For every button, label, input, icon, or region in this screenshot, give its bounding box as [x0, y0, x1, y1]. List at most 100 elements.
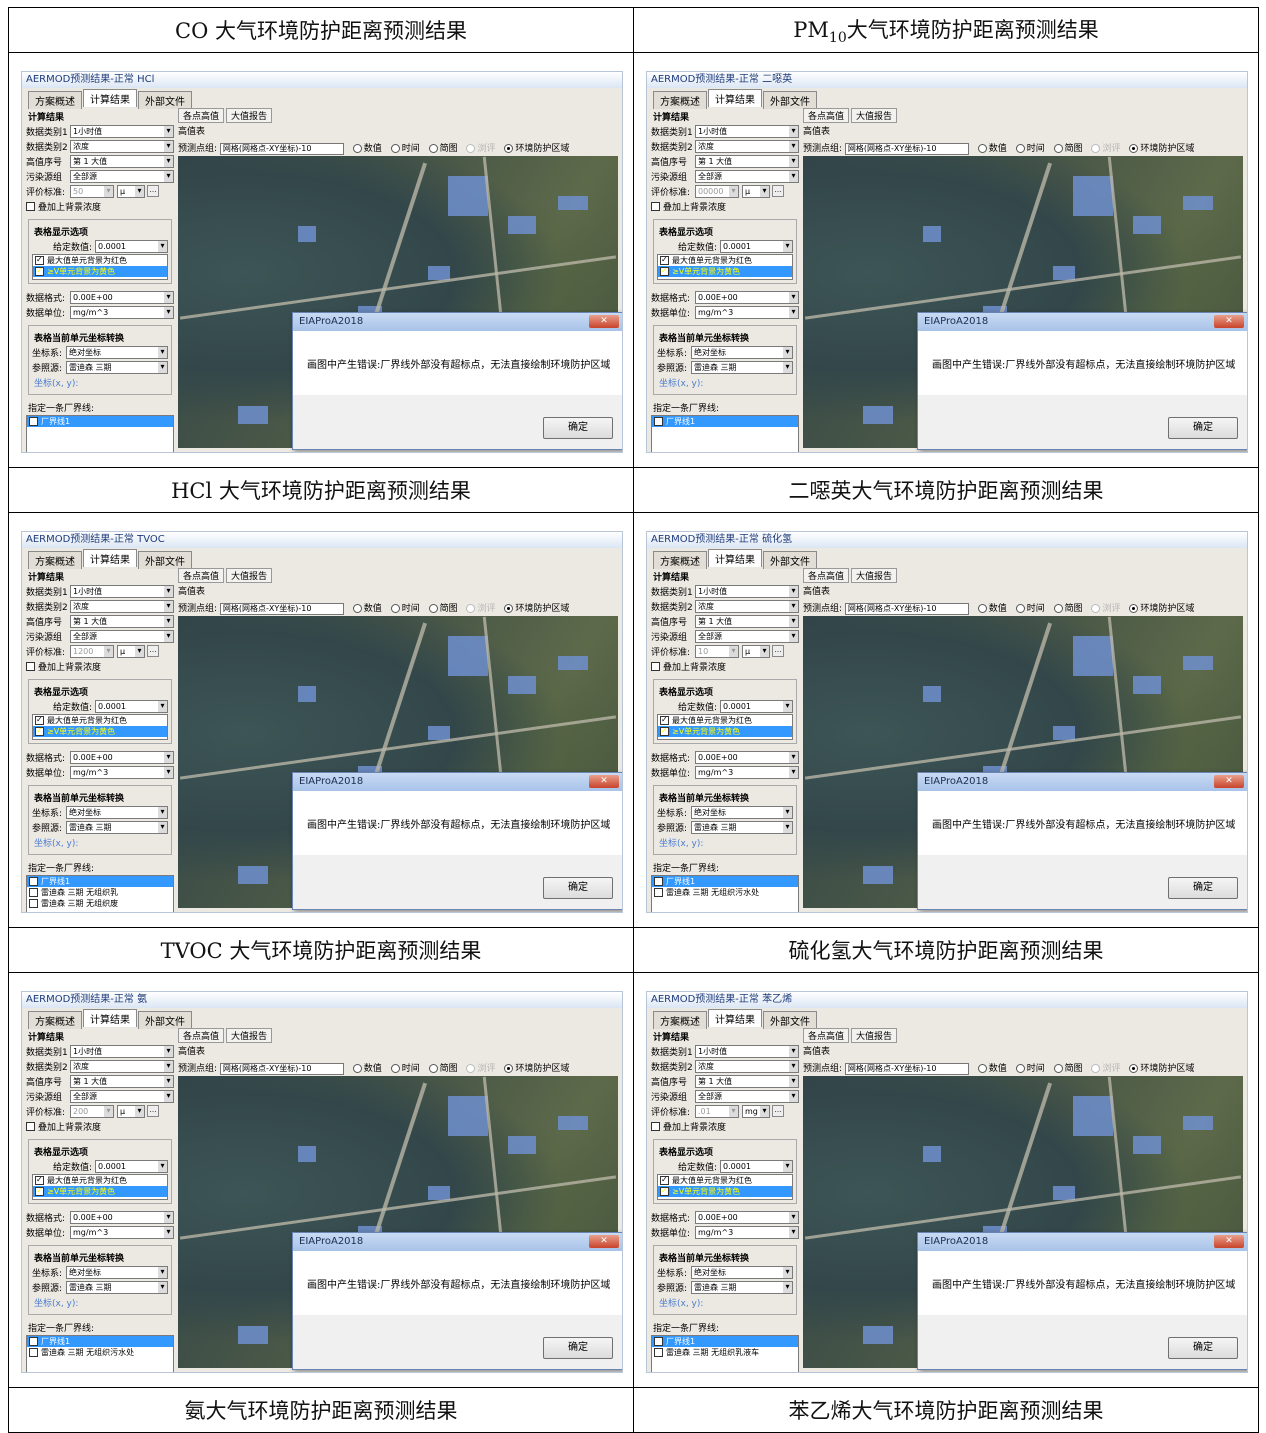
rank-select[interactable]: 第 1 大值 — [70, 1074, 174, 1088]
type1-select[interactable]: 1小时值 — [70, 584, 174, 598]
option-red[interactable]: 最大值单元背景为红色 — [658, 715, 792, 726]
checkbox[interactable] — [35, 255, 44, 265]
boundary-line-item[interactable]: 厂界线1 — [27, 1336, 173, 1347]
tab-results[interactable]: 计算结果 — [708, 89, 762, 107]
coord-link[interactable]: 坐标(x, y): — [659, 836, 791, 849]
standard-unit-select[interactable]: mg — [742, 1104, 770, 1118]
checkbox[interactable] — [654, 1348, 663, 1357]
option-yellow[interactable]: ≥V单元背景为黄色 — [658, 725, 792, 737]
coord-link[interactable]: 坐标(x, y): — [34, 1296, 166, 1309]
option-red[interactable]: 最大值单元背景为红色 — [33, 715, 167, 726]
type2-select[interactable]: 浓度 — [695, 139, 799, 153]
pred-group-select[interactable]: 网格(网格点-XY坐标)-10 — [844, 602, 969, 615]
format-select[interactable]: 0.00E+00 — [70, 750, 174, 764]
radio-map[interactable] — [428, 604, 438, 613]
standard-unit-select[interactable]: μ — [117, 1104, 145, 1118]
boundary-line-item[interactable]: 厂界线1 — [652, 1336, 798, 1347]
checkbox[interactable] — [660, 255, 669, 265]
source-select[interactable]: 全部源 — [695, 1089, 799, 1103]
more-button[interactable]: … — [147, 185, 159, 197]
coord-link[interactable]: 坐标(x, y): — [34, 376, 166, 389]
background-checkbox[interactable] — [651, 1121, 660, 1131]
unit-select[interactable]: mg/m^3 — [695, 305, 799, 319]
checkbox[interactable] — [29, 876, 38, 886]
checkbox[interactable] — [35, 725, 44, 736]
standard-unit-select[interactable]: μ — [742, 184, 770, 198]
more-button[interactable]: … — [772, 645, 784, 657]
checkbox[interactable] — [29, 888, 38, 897]
pred-group-select[interactable]: 网格(网格点-XY坐标)-10 — [844, 1062, 969, 1075]
standard-unit-select[interactable]: μ — [742, 644, 770, 658]
unit-select[interactable]: mg/m^3 — [70, 1225, 174, 1239]
option-yellow[interactable]: ≥V单元背景为黄色 — [33, 265, 167, 277]
option-yellow[interactable]: ≥V单元背景为黄色 — [658, 265, 792, 277]
radio-eval[interactable] — [1091, 144, 1101, 153]
format-select[interactable]: 0.00E+00 — [695, 1210, 799, 1224]
radio-map[interactable] — [1053, 144, 1063, 153]
checkbox[interactable] — [35, 265, 44, 276]
ref-source-select[interactable]: 雷迪森 三期 — [691, 360, 793, 374]
type2-select[interactable]: 浓度 — [70, 599, 174, 613]
coord-system-select[interactable]: 绝对坐标 — [691, 345, 793, 359]
type2-select[interactable]: 浓度 — [70, 1059, 174, 1073]
source-select[interactable]: 全部源 — [695, 169, 799, 183]
background-checkbox[interactable] — [26, 661, 35, 671]
more-button[interactable]: … — [147, 645, 159, 657]
ref-source-select[interactable]: 雷迪森 三期 — [66, 360, 168, 374]
checkbox[interactable] — [660, 725, 669, 736]
format-select[interactable]: 0.00E+00 — [70, 290, 174, 304]
ok-button[interactable]: 确定 — [1168, 877, 1238, 899]
tab-high-report[interactable]: 大值报告 — [851, 1028, 898, 1043]
coord-system-select[interactable]: 绝对坐标 — [66, 345, 168, 359]
type1-select[interactable]: 1小时值 — [695, 1044, 799, 1058]
type1-select[interactable]: 1小时值 — [70, 1044, 174, 1058]
background-checkbox[interactable] — [26, 1121, 35, 1131]
radio-zone[interactable] — [504, 604, 514, 613]
type2-select[interactable]: 浓度 — [70, 139, 174, 153]
coord-system-select[interactable]: 绝对坐标 — [66, 805, 168, 819]
given-value-input[interactable]: 0.0001 — [95, 239, 168, 253]
pred-group-select[interactable]: 网格(网格点-XY坐标)-10 — [219, 1062, 344, 1075]
checkbox[interactable] — [29, 1336, 38, 1346]
rank-select[interactable]: 第 1 大值 — [695, 614, 799, 628]
checkbox[interactable] — [29, 1348, 38, 1357]
unit-select[interactable]: mg/m^3 — [70, 305, 174, 319]
more-button[interactable]: … — [147, 1105, 159, 1117]
tab-overview[interactable]: 方案概述 — [653, 551, 707, 569]
pred-group-select[interactable]: 网格(网格点-XY坐标)-10 — [219, 142, 344, 155]
boundary-line-item[interactable]: 厂界线1 — [27, 876, 173, 887]
tab-high-report[interactable]: 大值报告 — [226, 568, 273, 583]
checkbox[interactable] — [654, 1336, 663, 1346]
tab-point-highs[interactable]: 各点高值 — [803, 1028, 850, 1043]
radio-map[interactable] — [1053, 604, 1063, 613]
format-select[interactable]: 0.00E+00 — [695, 290, 799, 304]
boundary-line-item[interactable]: 厂界线1 — [652, 416, 798, 427]
source-select[interactable]: 全部源 — [70, 629, 174, 643]
coord-system-select[interactable]: 绝对坐标 — [691, 1265, 793, 1279]
radio-map[interactable] — [428, 1064, 438, 1073]
tab-high-report[interactable]: 大值报告 — [851, 108, 898, 123]
ref-source-select[interactable]: 雷迪森 三期 — [691, 820, 793, 834]
checkbox[interactable] — [29, 899, 38, 908]
format-select[interactable]: 0.00E+00 — [70, 1210, 174, 1224]
radio-time[interactable] — [1015, 604, 1025, 613]
checkbox[interactable] — [35, 715, 44, 725]
boundary-line-item[interactable]: 雷迪森 三期 无组织污水处 — [27, 1347, 173, 1358]
checkbox[interactable] — [660, 715, 669, 725]
format-select[interactable]: 0.00E+00 — [695, 750, 799, 764]
unit-select[interactable]: mg/m^3 — [695, 1225, 799, 1239]
standard-input[interactable]: 1200 — [70, 644, 114, 658]
coord-link[interactable]: 坐标(x, y): — [34, 836, 166, 849]
boundary-line-item[interactable]: 雷迪森 三期 无组织乳液车 — [652, 1347, 798, 1358]
standard-input[interactable]: 10 — [695, 644, 739, 658]
given-value-input[interactable]: 0.0001 — [720, 699, 793, 713]
standard-input[interactable]: 200 — [70, 1104, 114, 1118]
radio-map[interactable] — [1053, 1064, 1063, 1073]
type1-select[interactable]: 1小时值 — [695, 124, 799, 138]
tab-overview[interactable]: 方案概述 — [28, 551, 82, 569]
tab-external-files[interactable]: 外部文件 — [138, 551, 192, 569]
checkbox[interactable] — [660, 1185, 669, 1196]
ref-source-select[interactable]: 雷迪森 三期 — [691, 1280, 793, 1294]
tab-external-files[interactable]: 外部文件 — [763, 1011, 817, 1029]
option-yellow[interactable]: ≥V单元背景为黄色 — [33, 725, 167, 737]
